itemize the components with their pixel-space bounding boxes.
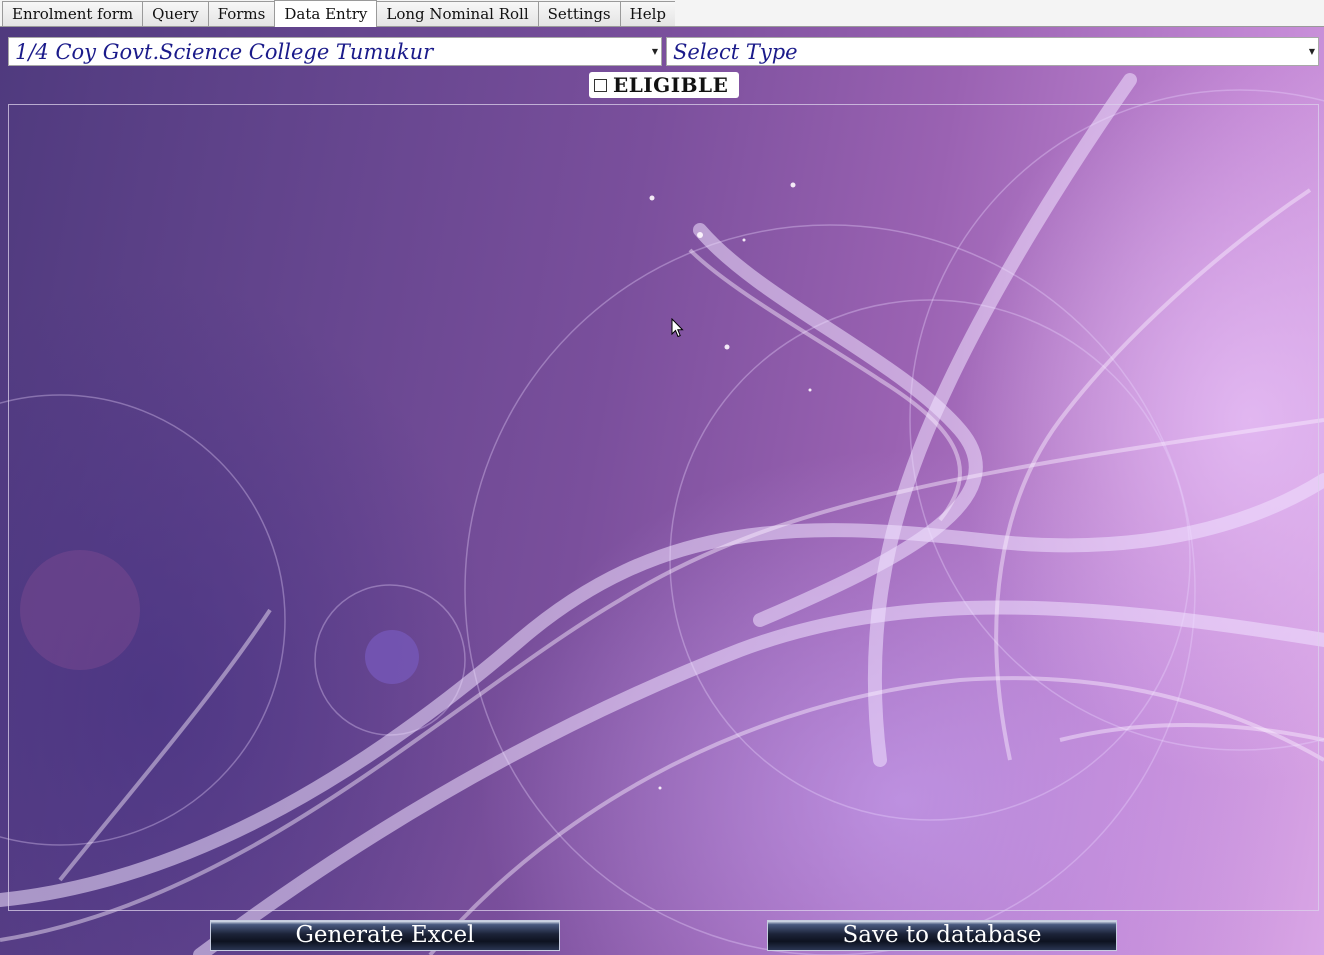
unit-select[interactable]: 1/4 Coy Govt.Science College Tumukur ▼ xyxy=(8,37,662,66)
type-select[interactable]: Select Type ▼ xyxy=(666,37,1319,66)
eligible-label: ELIGIBLE xyxy=(613,73,729,97)
generate-excel-button[interactable]: Generate Excel xyxy=(210,920,560,951)
eligible-checkbox-panel[interactable]: ELIGIBLE xyxy=(589,72,739,98)
tab-settings[interactable]: Settings xyxy=(537,1,621,26)
tab-enrolment-form[interactable]: Enrolment form xyxy=(2,1,144,26)
type-select-value: Select Type xyxy=(673,39,798,64)
tab-data-entry[interactable]: Data Entry xyxy=(274,0,378,27)
tab-forms[interactable]: Forms xyxy=(207,1,276,26)
tab-bar-filler xyxy=(674,0,1324,26)
unit-select-value: 1/4 Coy Govt.Science College Tumukur xyxy=(15,39,434,64)
main-tab-bar: Enrolment form Query Forms Data Entry Lo… xyxy=(0,0,1324,27)
save-to-database-button[interactable]: Save to database xyxy=(767,920,1117,951)
tab-query[interactable]: Query xyxy=(142,1,209,26)
tab-long-nominal-roll[interactable]: Long Nominal Roll xyxy=(376,1,539,26)
mouse-pointer-icon xyxy=(671,317,684,342)
eligible-checkbox[interactable] xyxy=(594,78,607,92)
data-grid-area[interactable] xyxy=(8,104,1319,911)
chevron-down-icon[interactable]: ▼ xyxy=(649,38,661,65)
tab-help[interactable]: Help xyxy=(619,1,676,26)
chevron-down-icon[interactable]: ▼ xyxy=(1306,38,1318,65)
